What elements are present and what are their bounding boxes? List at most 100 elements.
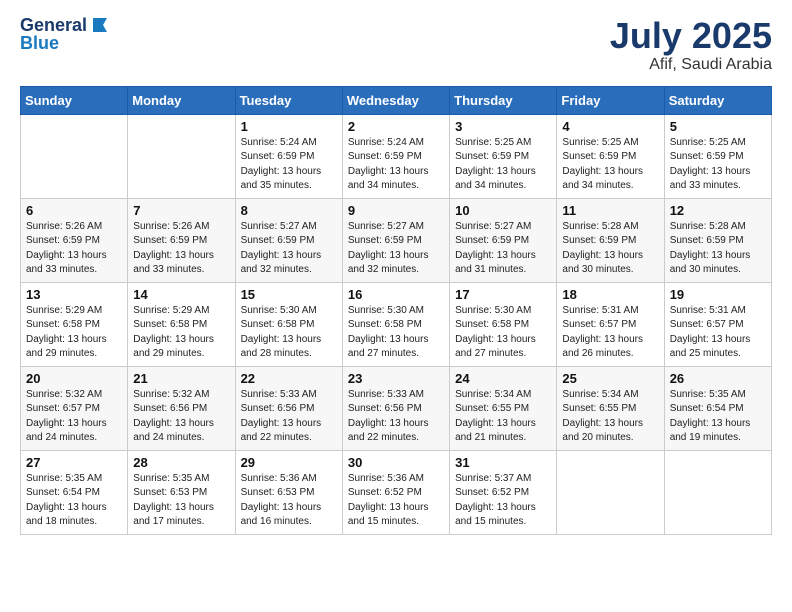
sunrise-label: Sunrise: 5:32 AM	[133, 389, 209, 400]
day-info: Sunrise: 5:37 AMSunset: 6:52 PMDaylight:…	[455, 472, 551, 530]
sunset-label: Sunset: 6:58 PM	[455, 319, 529, 330]
day-info: Sunrise: 5:33 AMSunset: 6:56 PMDaylight:…	[348, 388, 444, 446]
day-number: 24	[455, 371, 551, 386]
day-number: 16	[348, 287, 444, 302]
calendar-week-row: 27 Sunrise: 5:35 AM Sunset: 6:54 PM Dayligh…	[21, 450, 772, 534]
day-info: Sunrise: 5:24 AMSunset: 6:59 PMDaylight:…	[241, 136, 337, 194]
day-number: 18	[562, 287, 658, 302]
sunset-label: Sunset: 6:59 PM	[562, 235, 636, 246]
calendar-cell: 21Sunrise: 5:32 AMSunset: 6:56 PMDayligh…	[128, 366, 235, 450]
sunset-label: Sunset: 6:59 PM	[455, 235, 529, 246]
day-number: 3	[455, 119, 551, 134]
sunset-label: Sunset: 6:59 PM	[670, 235, 744, 246]
sunset-label: Sunset: 6:54 PM	[26, 487, 100, 498]
daylight-label: Daylight: 13 hours and 34 minutes.	[562, 166, 643, 192]
calendar-cell	[128, 114, 235, 198]
daylight-label: Daylight: 13 hours and 34 minutes.	[455, 166, 536, 192]
sunrise-label: Sunrise: 5:31 AM	[562, 305, 638, 316]
sunrise-label: Sunrise: 5:33 AM	[348, 389, 424, 400]
day-number: 30	[348, 455, 444, 470]
day-info: Sunrise: 5:30 AMSunset: 6:58 PMDaylight:…	[455, 304, 551, 362]
header: General Blue July 2025 Afif, Saudi Arabi…	[20, 16, 772, 74]
sunrise-label: Sunrise: 5:28 AM	[670, 221, 746, 232]
day-number: 15	[241, 287, 337, 302]
daylight-label: Daylight: 13 hours and 29 minutes.	[26, 334, 107, 360]
day-number: 27	[26, 455, 122, 470]
day-number: 7	[133, 203, 229, 218]
sunrise-label: Sunrise: 5:30 AM	[241, 305, 317, 316]
sunrise-label: Sunrise: 5:27 AM	[455, 221, 531, 232]
sunset-label: Sunset: 6:53 PM	[241, 487, 315, 498]
sunrise-label: Sunrise: 5:33 AM	[241, 389, 317, 400]
sunrise-label: Sunrise: 5:35 AM	[670, 389, 746, 400]
day-number: 26	[670, 371, 766, 386]
day-number: 4	[562, 119, 658, 134]
weekday-header-sunday: Sunday	[21, 86, 128, 114]
day-info: Sunrise: 5:32 AMSunset: 6:57 PMDaylight:…	[26, 388, 122, 446]
sunrise-label: Sunrise: 5:36 AM	[348, 473, 424, 484]
daylight-label: Daylight: 13 hours and 31 minutes.	[455, 250, 536, 276]
day-number: 20	[26, 371, 122, 386]
day-info: Sunrise: 5:27 AMSunset: 6:59 PMDaylight:…	[241, 220, 337, 278]
daylight-label: Daylight: 13 hours and 15 minutes.	[455, 502, 536, 528]
day-info: Sunrise: 5:29 AMSunset: 6:58 PMDaylight:…	[133, 304, 229, 362]
calendar-cell: 18Sunrise: 5:31 AMSunset: 6:57 PMDayligh…	[557, 282, 664, 366]
daylight-label: Daylight: 13 hours and 35 minutes.	[241, 166, 322, 192]
sunrise-label: Sunrise: 5:37 AM	[455, 473, 531, 484]
page-subtitle: Afif, Saudi Arabia	[610, 56, 772, 74]
day-info: Sunrise: 5:35 AMSunset: 6:54 PMDaylight:…	[26, 472, 122, 530]
day-info: Sunrise: 5:30 AMSunset: 6:58 PMDaylight:…	[241, 304, 337, 362]
logo-text-blue: Blue	[20, 34, 59, 54]
sunset-label: Sunset: 6:52 PM	[348, 487, 422, 498]
day-number: 11	[562, 203, 658, 218]
sunset-label: Sunset: 6:58 PM	[348, 319, 422, 330]
weekday-header-saturday: Saturday	[664, 86, 771, 114]
weekday-header-tuesday: Tuesday	[235, 86, 342, 114]
daylight-label: Daylight: 13 hours and 33 minutes.	[26, 250, 107, 276]
day-info: Sunrise: 5:32 AMSunset: 6:56 PMDaylight:…	[133, 388, 229, 446]
calendar-cell: 4 Sunrise: 5:25 AMSunset: 6:59 PMDaylight…	[557, 114, 664, 198]
daylight-label: Daylight: 13 hours and 29 minutes.	[133, 334, 214, 360]
sunset-label: Sunset: 6:57 PM	[562, 319, 636, 330]
day-number: 22	[241, 371, 337, 386]
daylight-label: Daylight: 13 hours and 17 minutes.	[133, 502, 214, 528]
sunrise-label: Sunrise: 5:25 AM	[455, 137, 531, 148]
day-number: 12	[670, 203, 766, 218]
calendar-cell: 23 Sunrise: 5:33 AMSunset: 6:56 PMDayligh…	[342, 366, 449, 450]
day-number: 23	[348, 371, 444, 386]
day-number: 8	[241, 203, 337, 218]
day-info: Sunrise: 5:36 AMSunset: 6:53 PMDaylight:…	[241, 472, 337, 530]
daylight-label: Daylight: 13 hours and 22 minutes.	[348, 418, 429, 444]
day-number: 17	[455, 287, 551, 302]
calendar-cell: 7Sunrise: 5:26 AMSunset: 6:59 PMDaylight…	[128, 198, 235, 282]
day-info: Sunrise: 5:26 AMSunset: 6:59 PMDaylight:…	[26, 220, 122, 278]
daylight-label: Daylight: 13 hours and 33 minutes.	[670, 166, 751, 192]
sunset-label: Sunset: 6:55 PM	[455, 403, 529, 414]
calendar-cell	[664, 450, 771, 534]
day-info: Sunrise: 5:28 AMSunset: 6:59 PMDaylight:…	[670, 220, 766, 278]
day-number: 5	[670, 119, 766, 134]
calendar-cell: 28Sunrise: 5:35 AMSunset: 6:53 PMDayligh…	[128, 450, 235, 534]
day-number: 14	[133, 287, 229, 302]
calendar-cell	[557, 450, 664, 534]
calendar-cell: 22Sunrise: 5:33 AMSunset: 6:56 PMDayligh…	[235, 366, 342, 450]
calendar-cell: 24Sunrise: 5:34 AMSunset: 6:55 PMDayligh…	[450, 366, 557, 450]
sunrise-label: Sunrise: 5:24 AM	[241, 137, 317, 148]
sunrise-label: Sunrise: 5:35 AM	[26, 473, 102, 484]
title-block: July 2025 Afif, Saudi Arabia	[610, 16, 772, 74]
calendar-week-row: 6Sunrise: 5:26 AMSunset: 6:59 PMDaylight…	[21, 198, 772, 282]
day-info: Sunrise: 5:31 AMSunset: 6:57 PMDaylight:…	[562, 304, 658, 362]
calendar-week-row: 13Sunrise: 5:29 AMSunset: 6:58 PMDayligh…	[21, 282, 772, 366]
day-number: 10	[455, 203, 551, 218]
sunrise-label: Sunrise: 5:34 AM	[455, 389, 531, 400]
page: General Blue July 2025 Afif, Saudi Arabi…	[0, 0, 792, 551]
calendar-week-row: 1Sunrise: 5:24 AMSunset: 6:59 PMDaylight…	[21, 114, 772, 198]
daylight-label: Daylight: 13 hours and 22 minutes.	[241, 418, 322, 444]
weekday-header-row: SundayMondayTuesdayWednesdayThursdayFrid…	[21, 86, 772, 114]
day-info: Sunrise: 5:25 AMSunset: 6:59 PMDaylight:…	[562, 136, 658, 194]
calendar-cell: 16Sunrise: 5:30 AMSunset: 6:58 PMDayligh…	[342, 282, 449, 366]
sunrise-label: Sunrise: 5:25 AM	[670, 137, 746, 148]
sunset-label: Sunset: 6:53 PM	[133, 487, 207, 498]
sunset-label: Sunset: 6:59 PM	[455, 151, 529, 162]
daylight-label: Daylight: 13 hours and 25 minutes.	[670, 334, 751, 360]
